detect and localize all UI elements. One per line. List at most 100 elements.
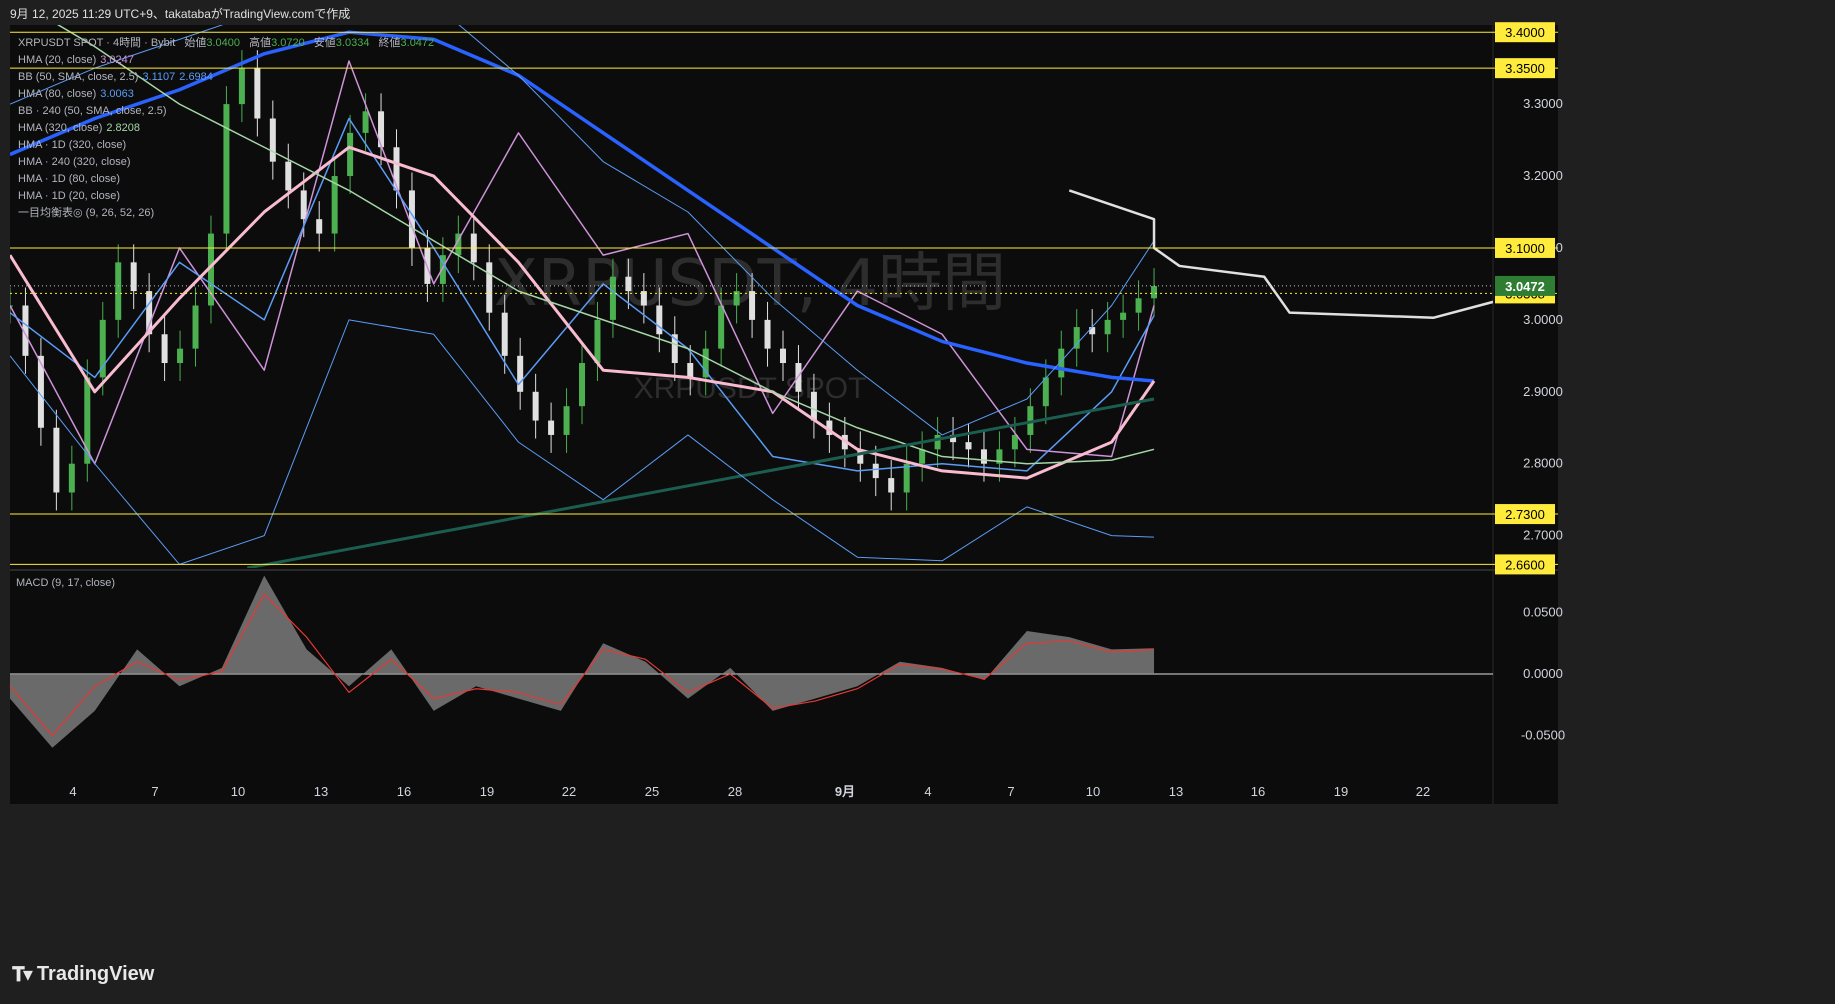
ohlc-high-value: 3.0720 (271, 37, 305, 49)
candle-body (965, 442, 972, 450)
candle-body (1104, 319, 1111, 335)
ohlc-open-label: 始値 (184, 37, 207, 49)
legend-row[interactable]: HMA (20, close) 3.0247 (18, 52, 434, 69)
candle-body (888, 478, 895, 493)
current-price-label: 3.0472 (1505, 279, 1545, 294)
time-axis-tick-label: 19 (1334, 784, 1348, 799)
macd-axis-tick-label: 0.0000 (1523, 666, 1563, 681)
legend-indicator-name: HMA · 240 (320, close) (18, 156, 131, 168)
legend-row[interactable]: HMA · 240 (320, close) (18, 154, 434, 171)
ohlc-low-label: 安値 (313, 37, 336, 49)
candle-body (501, 312, 508, 356)
ohlc-close-label: 終値 (378, 37, 401, 49)
candle-body (532, 391, 539, 421)
time-axis-tick-label: 16 (1251, 784, 1265, 799)
tradingview-brand-label: TradingView (36, 963, 155, 985)
tradingview-logo[interactable]: 𝐓▾ TradingView (12, 962, 154, 987)
time-axis-tick-label: 10 (231, 784, 245, 799)
candle-body (115, 262, 122, 320)
candle-body (609, 276, 616, 320)
macd-axis-tick-label: -0.0500 (1521, 727, 1565, 742)
candle-body (486, 262, 493, 313)
candle-body (625, 276, 632, 292)
time-axis-tick-label: 13 (1169, 784, 1183, 799)
level-price-label: 2.7300 (1505, 507, 1545, 522)
candle-body (980, 449, 987, 464)
legend-row[interactable]: HMA · 1D (320, close) (18, 137, 434, 154)
candle-body (919, 449, 926, 464)
ohlc-open-value: 3.0400 (206, 37, 241, 49)
price-axis-tick-label: 2.9000 (1523, 384, 1563, 399)
time-axis-tick-label: 9月 (835, 784, 855, 799)
candle-body (1120, 312, 1127, 320)
legend-indicator-value: 2.6984 (179, 71, 213, 83)
symbol-label[interactable]: XRPUSDT SPOT · 4時間 · Bybit (18, 37, 175, 49)
time-axis-tick-label: 22 (562, 784, 576, 799)
time-axis-tick-label: 7 (1007, 784, 1014, 799)
legend-indicator-name: 一目均衡表◎ (9, 26, 52, 26) (18, 207, 155, 219)
candle-body (764, 319, 771, 349)
legend-indicator-value: 3.1107 (142, 71, 176, 83)
legend-row[interactable]: 一目均衡表◎ (9, 26, 52, 26) (18, 205, 434, 222)
level-price-label: 3.4000 (1505, 25, 1545, 40)
legend-row[interactable]: HMA (320, close) 2.8208 (18, 120, 434, 137)
time-axis-tick-label: 25 (645, 784, 659, 799)
time-axis-tick-label: 13 (314, 784, 328, 799)
time-axis-tick-label: 7 (151, 784, 158, 799)
legend-indicator-name: BB (50, SMA, close, 2.5) (18, 71, 139, 83)
candle-body (177, 348, 184, 364)
ohlc-high-label: 高値 (249, 37, 272, 49)
indicator-legend: XRPUSDT SPOT · 4時間 · Bybit 始値3.0400 高値3.… (18, 35, 434, 222)
symbol-ohlc-row[interactable]: XRPUSDT SPOT · 4時間 · Bybit 始値3.0400 高値3.… (18, 35, 434, 52)
level-price-label: 2.6600 (1505, 557, 1545, 572)
legend-row[interactable]: BB (50, SMA, close, 2.5) 3.1107 2.6984 (18, 69, 434, 86)
legend-row[interactable]: BB · 240 (50, SMA, close, 2.5) (18, 103, 434, 120)
candle-body (1042, 377, 1049, 407)
time-axis-tick-label: 16 (397, 784, 411, 799)
candle-body (779, 348, 786, 364)
legend-row[interactable]: HMA (80, close) 3.0063 (18, 86, 434, 103)
legend-indicator-name: HMA · 1D (320, close) (18, 139, 127, 151)
legend-row[interactable]: HMA · 1D (80, close) (18, 171, 434, 188)
candle-body (749, 291, 756, 320)
macd-axis-tick-label: 0.0500 (1523, 605, 1563, 620)
candle-body (656, 305, 663, 335)
chart-caption: 9月 12, 2025 11:29 UTC+9、takatabaがTrading… (10, 7, 351, 21)
price-axis-tick-label: 3.3000 (1523, 96, 1563, 111)
candle-body (548, 420, 555, 435)
candle-body (1089, 327, 1096, 335)
legend-indicator-name: BB · 240 (50, SMA, close, 2.5) (18, 105, 167, 117)
candle-body (810, 391, 817, 421)
legend-indicator-value: 2.8208 (106, 122, 141, 134)
level-price-label: 3.3500 (1505, 61, 1545, 76)
candle-body (53, 427, 60, 493)
candle-body (718, 305, 725, 349)
time-axis-tick-label: 4 (69, 784, 76, 799)
level-price-label: 3.1000 (1505, 241, 1545, 256)
tradingview-logo-icon: 𝐓▾ (12, 964, 33, 986)
legend-indicator-name: HMA · 1D (80, close) (18, 173, 121, 185)
candle-body (1135, 298, 1142, 313)
candle-body (579, 363, 586, 407)
legend-indicator-value: 3.0247 (100, 54, 134, 66)
candle-body (903, 463, 910, 493)
price-axis-tick-label: 3.0000 (1523, 312, 1563, 327)
candle-body (1073, 327, 1080, 349)
candle-body (68, 463, 75, 493)
price-axis-tick-label: 2.7000 (1523, 528, 1563, 543)
legend-row[interactable]: HMA · 1D (20, close) (18, 188, 434, 205)
legend-indicator-name: HMA (80, close) (18, 88, 97, 100)
candle-body (687, 363, 694, 378)
candle-body (872, 463, 879, 479)
time-axis-tick-label: 4 (924, 784, 931, 799)
legend-indicator-name: HMA (20, close) (18, 54, 97, 66)
candle-body (517, 355, 524, 392)
time-axis-tick-label: 10 (1086, 784, 1100, 799)
price-axis-tick-label: 3.2000 (1523, 168, 1563, 183)
candle-body (594, 319, 601, 364)
legend-indicator-name: HMA · 1D (20, close) (18, 190, 121, 202)
price-axis-tick-label: 2.8000 (1523, 456, 1563, 471)
ohlc-low-value: 3.0334 (335, 37, 370, 49)
candle-body (192, 305, 199, 349)
candle-body (563, 406, 570, 435)
